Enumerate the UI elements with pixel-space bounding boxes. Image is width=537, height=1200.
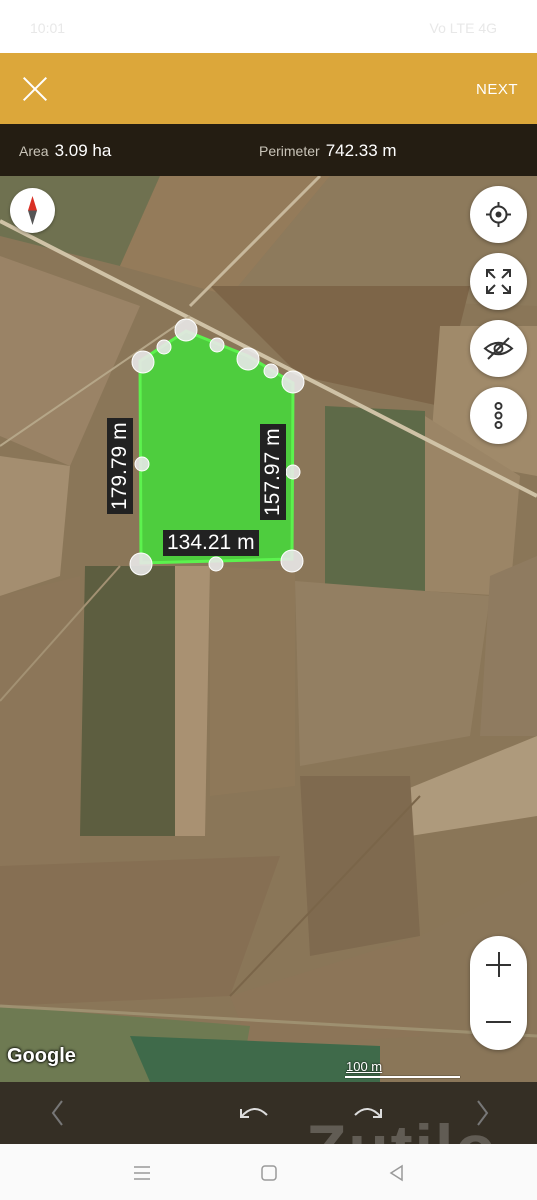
area-value: 3.09 ha: [54, 141, 112, 160]
close-icon[interactable]: [14, 67, 58, 111]
area-readout: Area 3.09 ha: [19, 141, 111, 161]
top-app-bar: NEXT: [0, 53, 537, 124]
back-icon[interactable]: [386, 1162, 408, 1184]
compass-icon[interactable]: [10, 188, 55, 233]
perimeter-readout: Perimeter 742.33 m: [259, 141, 397, 161]
expand-icon[interactable]: [470, 253, 527, 310]
area-label: Area: [19, 143, 49, 159]
undo-icon[interactable]: [224, 1082, 284, 1144]
perimeter-label: Perimeter: [259, 143, 320, 159]
app-root: 10:01 Vo LTE 4G NEXT Area 3.09 ha Perimet…: [0, 0, 537, 1200]
measurement-bar: Area 3.09 ha Perimeter 742.33 m: [0, 124, 537, 176]
status-time: 10:01: [30, 20, 66, 36]
zoom-control: [470, 936, 527, 1050]
next-button[interactable]: NEXT: [476, 81, 518, 98]
chevron-left-icon[interactable]: [28, 1082, 88, 1144]
map-imagery: [0, 176, 537, 1082]
perimeter-value: 742.33 m: [325, 141, 397, 160]
system-navigation-bar: [0, 1144, 537, 1200]
satellite-map[interactable]: [0, 176, 537, 1082]
eye-off-icon[interactable]: [470, 320, 527, 377]
scale-label: 100 m: [346, 1059, 383, 1074]
dimension-left-label: 179.79 m: [107, 418, 133, 514]
status-indicators: Vo LTE 4G: [429, 20, 497, 36]
scale-bar: 100 m: [345, 1059, 460, 1079]
dimension-right-label: 157.97 m: [260, 424, 286, 520]
menu-icon[interactable]: [131, 1162, 153, 1184]
more-vertical-icon[interactable]: [470, 387, 527, 444]
google-logo: Google: [7, 1045, 76, 1067]
dimension-bottom-label: 134.21 m: [163, 530, 259, 556]
plus-icon[interactable]: [470, 936, 527, 993]
status-bar: 10:01 Vo LTE 4G: [0, 0, 537, 53]
home-icon[interactable]: [258, 1162, 280, 1184]
crosshair-icon[interactable]: [470, 186, 527, 243]
minus-icon[interactable]: [470, 993, 527, 1050]
scale-line: [345, 1076, 460, 1078]
